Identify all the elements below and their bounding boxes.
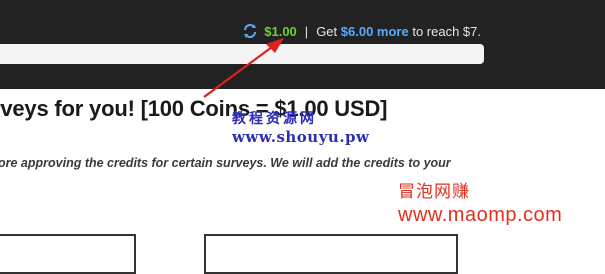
arrow-line	[203, 46, 273, 98]
watermark-site-name: 教程资源网	[232, 111, 317, 127]
watermark2-site-url: www.maomp.com	[398, 204, 563, 226]
watermark-site-url: www.shouyu.pw	[232, 128, 370, 146]
watermark2-site-name: 冒泡网赚	[398, 182, 470, 201]
